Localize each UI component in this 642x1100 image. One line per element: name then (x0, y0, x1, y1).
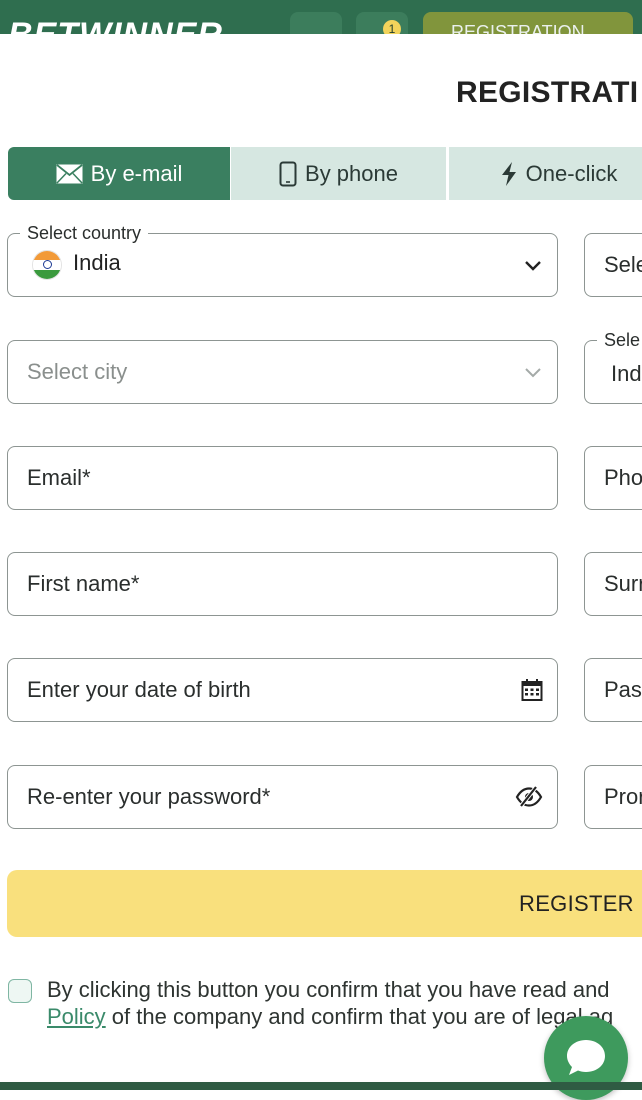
site-header: BETWINNER 1 REGISTRATION (0, 0, 642, 34)
city-select[interactable]: Select city (7, 340, 558, 404)
consent-text-line2: Policy of the company and confirm that y… (47, 1003, 613, 1030)
modal-title: REGISTRATI (456, 76, 639, 109)
phone-placeholder: Pho (604, 465, 642, 490)
tab-label: By e-mail (90, 160, 183, 186)
right-selected-value: Ind (611, 361, 642, 386)
country-value: India (73, 250, 121, 275)
bet-slip-badge: 1 (383, 20, 401, 34)
right-select-field[interactable]: Sele (584, 233, 642, 297)
registration-modal: REGISTRATI By e-mail By phone One-click … (0, 34, 642, 1090)
phone-field[interactable]: Pho (584, 446, 642, 510)
tab-label: One-click (525, 160, 618, 186)
country-select[interactable]: Select country India (7, 222, 558, 297)
eye-slash-icon[interactable] (515, 785, 543, 814)
register-button[interactable]: REGISTER (7, 870, 642, 937)
consent-text-rest: of the company and confirm that you are … (105, 1004, 614, 1029)
lightning-icon (500, 161, 518, 187)
consent-checkbox[interactable] (8, 979, 32, 1003)
password-placeholder: Pas (604, 677, 642, 702)
city-placeholder: Select city (27, 359, 128, 384)
first-name-placeholder: First name* (27, 571, 140, 596)
tab-by-phone[interactable]: By phone (231, 147, 448, 200)
site-logo: BETWINNER (8, 18, 223, 34)
calendar-icon[interactable] (521, 678, 543, 707)
surname-placeholder: Surr (604, 571, 642, 596)
country-legend: Select country (20, 222, 149, 244)
promo-code-field[interactable]: Pror (584, 765, 642, 829)
policy-link[interactable]: Policy (47, 1004, 106, 1029)
first-name-field[interactable]: First name* (7, 552, 558, 616)
surname-field[interactable]: Surr (584, 552, 642, 616)
reenter-password-placeholder: Re-enter your password* (27, 784, 271, 809)
envelope-icon (56, 163, 83, 184)
deposit-button[interactable] (290, 12, 342, 34)
registration-tabs: By e-mail By phone One-click (8, 147, 642, 200)
reenter-password-field[interactable]: Re-enter your password* (7, 765, 558, 829)
right-select-placeholder: Sele (604, 252, 642, 277)
tab-label: By phone (305, 160, 398, 186)
consent-text-line1: By clicking this button you confirm that… (47, 977, 610, 1002)
chevron-down-icon (523, 253, 543, 282)
promo-code-placeholder: Pror (604, 784, 642, 809)
tab-by-email[interactable]: By e-mail (8, 147, 230, 200)
password-field[interactable]: Pas (584, 658, 642, 722)
tab-one-click[interactable]: One-click (449, 147, 642, 200)
email-field[interactable]: Email* (7, 446, 558, 510)
header-registration-button[interactable]: REGISTRATION (423, 12, 633, 34)
date-of-birth-field[interactable]: Enter your date of birth (7, 658, 558, 722)
email-placeholder: Email* (27, 465, 91, 490)
bottom-nav-strip (0, 1082, 642, 1090)
phone-icon (279, 161, 297, 187)
india-flag-icon (33, 251, 61, 279)
dob-placeholder: Enter your date of birth (27, 677, 251, 702)
chevron-down-icon (523, 360, 543, 389)
right-selected-field[interactable]: Sele Ind (584, 329, 642, 404)
